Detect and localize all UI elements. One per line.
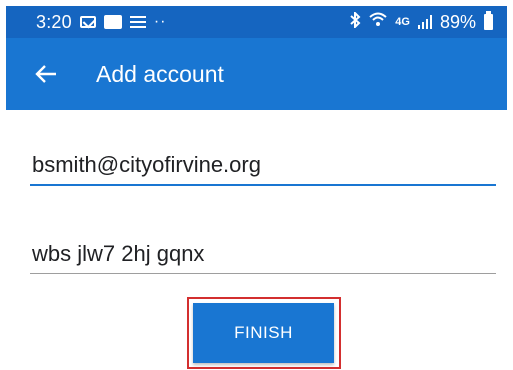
bluetooth-icon <box>349 10 361 33</box>
app-bar: Add account <box>6 38 507 110</box>
message-icon <box>103 15 122 29</box>
status-time: 3:20 <box>36 11 72 32</box>
signal-icon <box>417 15 432 29</box>
status-left: 3:20 ·· <box>36 12 167 33</box>
status-bar: 3:20 ·· 4G 89% <box>6 6 507 38</box>
finish-button[interactable]: FINISH <box>193 303 334 363</box>
mail-icon <box>79 16 96 28</box>
app-screen: 3:20 ·· 4G 89% Add account bsmith@cityof… <box>6 6 507 369</box>
battery-icon <box>484 11 493 30</box>
wifi-icon <box>369 12 387 33</box>
arrow-left-icon[interactable] <box>18 46 74 102</box>
network-type-label: 4G <box>395 16 410 28</box>
status-right: 4G 89% <box>349 10 493 33</box>
password-field[interactable] <box>30 234 496 274</box>
email-field[interactable] <box>30 146 496 186</box>
notes-icon <box>129 16 146 28</box>
page-title: Add account <box>96 60 224 87</box>
battery-percent: 89% <box>439 11 476 32</box>
more-notifications-icon: ·· <box>153 13 167 30</box>
